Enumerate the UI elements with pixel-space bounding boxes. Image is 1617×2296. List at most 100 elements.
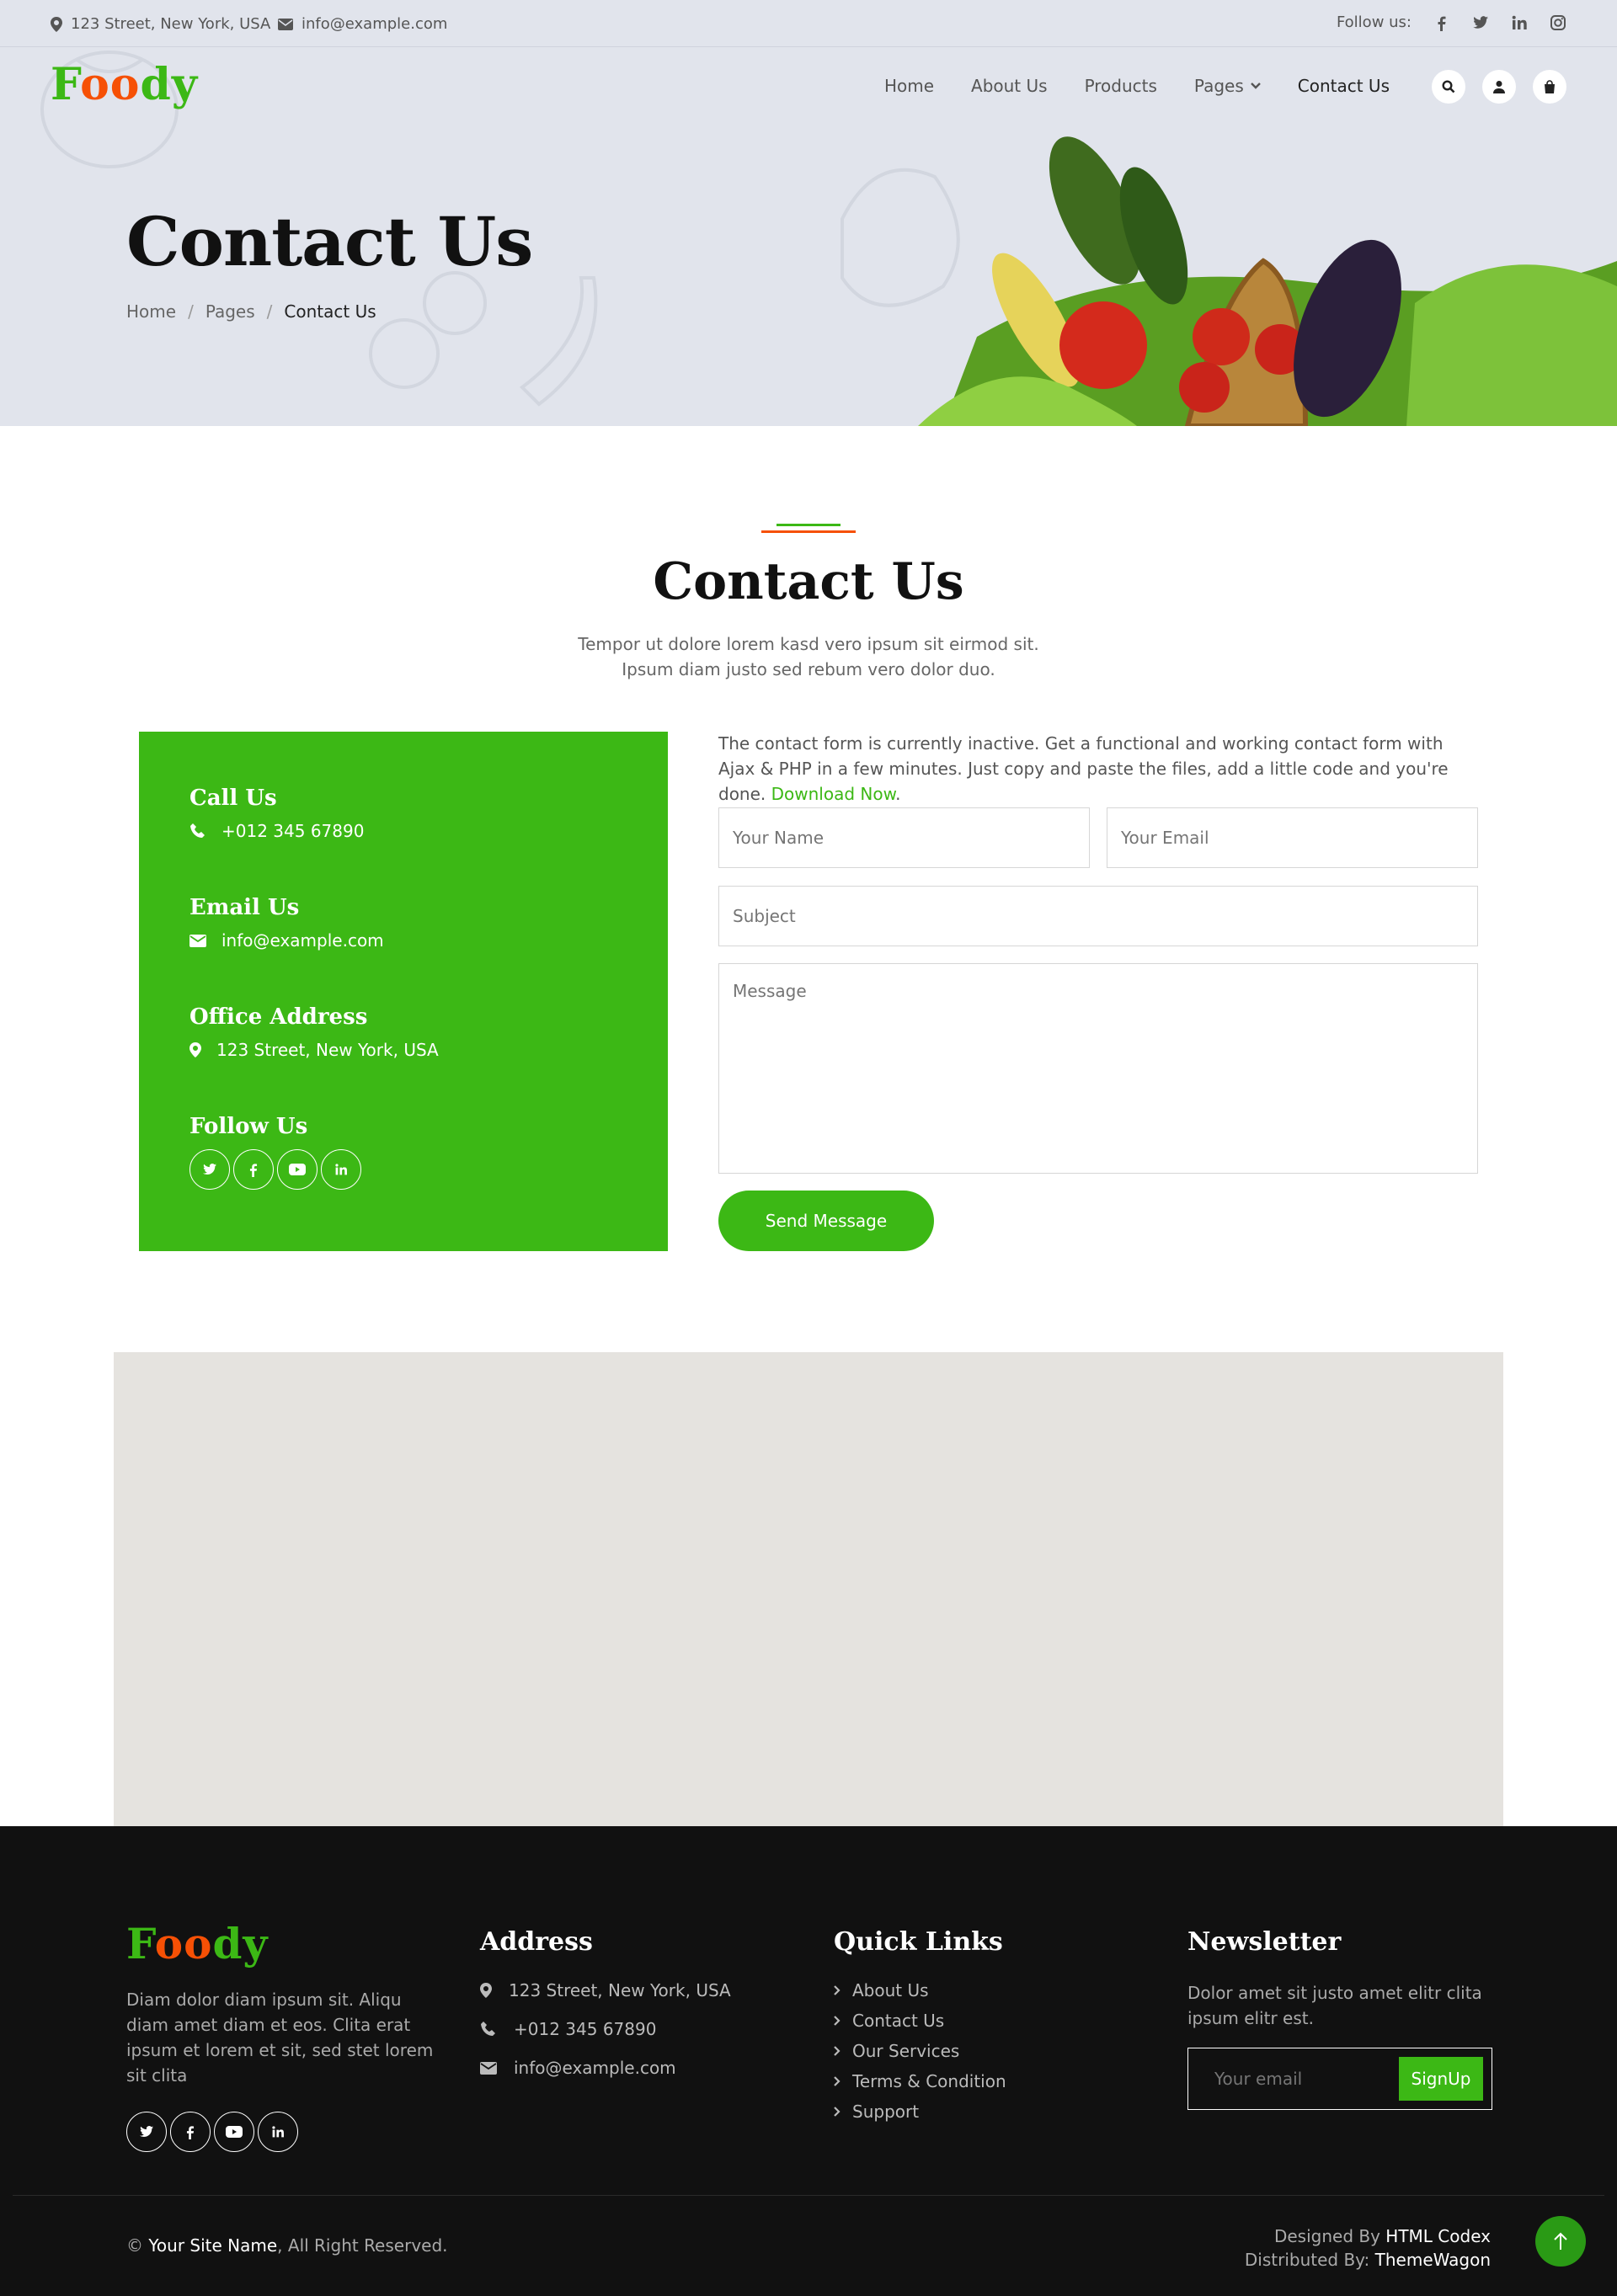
download-now-link[interactable]: Download Now [771,784,896,804]
logo-letter-f: F [51,59,81,110]
linkedin-icon[interactable] [1511,14,1528,31]
search-button[interactable] [1432,70,1465,104]
envelope-icon [189,934,206,947]
designer-link[interactable]: HTML Codex [1385,2226,1491,2246]
name-input[interactable] [718,807,1090,868]
envelope-icon [278,18,293,30]
topbar-email-text[interactable]: info@example.com [302,15,447,33]
page-header: 123 Street, New York, USA info@example.c… [0,0,1617,426]
main-nav: Home About Us Products Pages Contact Us [884,76,1390,96]
twitter-icon [139,2126,154,2138]
nav-contact[interactable]: Contact Us [1298,76,1390,96]
message-textarea[interactable] [718,963,1478,1174]
subject-input[interactable] [718,886,1478,946]
twitter-icon[interactable] [1472,14,1489,31]
instagram-icon[interactable] [1550,14,1566,31]
footer-address: Address 123 Street, New York, USA +012 3… [480,1927,800,2096]
footer-link-terms[interactable]: Terms & Condition [834,2071,1154,2091]
breadcrumb-separator: / [188,301,194,322]
send-message-button[interactable]: Send Message [718,1191,934,1251]
footer-link-about[interactable]: About Us [834,1980,1154,2000]
credits: Designed By HTML Codex Distributed By: T… [1245,2224,1491,2272]
newsletter-email-input[interactable] [1189,2049,1400,2108]
phone-icon [190,823,205,838]
footer-link-label: Our Services [852,2041,960,2061]
chevron-right-icon [834,1985,841,1995]
logo-letters-dy: dy [212,1919,269,1968]
twitter-button[interactable] [189,1149,230,1190]
call-us-number[interactable]: +012 345 67890 [221,821,364,841]
top-bar: 123 Street, New York, USA info@example.c… [0,0,1617,47]
office-address-block: Office Address 123 Street, New York, USA [189,1004,439,1060]
facebook-icon[interactable] [1433,14,1450,31]
cart-button[interactable] [1533,70,1566,104]
office-address-heading: Office Address [189,1004,368,1030]
newsletter-signup-button[interactable]: SignUp [1399,2057,1483,2101]
footer-social [126,2112,438,2152]
footer-email-text[interactable]: info@example.com [514,2058,676,2078]
email-us-heading: Email Us [189,895,300,920]
footer-youtube-button[interactable] [214,2112,254,2152]
form-note-end: . [895,784,901,804]
footer-link-contact[interactable]: Contact Us [834,2011,1154,2031]
account-button[interactable] [1482,70,1516,104]
email-input[interactable] [1107,807,1478,868]
nav-about[interactable]: About Us [971,76,1048,96]
facebook-icon [186,2126,195,2139]
footer-phone-text[interactable]: +012 345 67890 [514,2019,656,2039]
facebook-button[interactable] [233,1149,274,1190]
topbar-social: Follow us: [1337,13,1566,31]
footer-newsletter: Newsletter Dolor amet sit justo amet eli… [1187,1927,1492,2110]
footer-about-text: Diam dolor diam ipsum sit. Aliqu diam am… [126,1990,434,2086]
email-us-address[interactable]: info@example.com [221,930,384,951]
site-name-link[interactable]: Your Site Name [148,2235,277,2256]
footer-address-heading: Address [480,1927,593,1957]
location-map[interactable] [114,1352,1503,1827]
breadcrumb-current: Contact Us [284,301,376,322]
newsletter-text: Dolor amet sit justo amet elitr clita ip… [1187,1983,1482,2028]
linkedin-button[interactable] [321,1149,361,1190]
footer-link-label: Terms & Condition [852,2071,1006,2091]
footer-divider [13,2195,1604,2196]
breadcrumb-home[interactable]: Home [126,301,176,322]
user-icon [1493,81,1505,93]
contact-info-card: Call Us +012 345 67890 Email Us info@exa… [139,732,668,1251]
topbar-address-text: 123 Street, New York, USA [71,15,271,33]
footer-link-support[interactable]: Support [834,2102,1154,2122]
back-to-top-button[interactable] [1535,2216,1586,2267]
footer-facebook-button[interactable] [170,2112,211,2152]
email-us-block: Email Us info@example.com [189,895,384,951]
shopping-bag-icon [1545,80,1555,93]
rights-text: , All Right Reserved. [277,2235,448,2256]
breadcrumb-pages[interactable]: Pages [205,301,255,322]
contact-section-title: Contact Us [653,552,964,611]
brand-logo[interactable]: Foody [51,59,198,110]
footer-logo[interactable]: Foody [126,1919,438,1968]
contact-section-subtitle: Tempor ut dolore lorem kasd vero ipsum s… [578,634,1039,679]
youtube-icon [289,1164,306,1175]
distributor-link[interactable]: ThemeWagon [1375,2250,1491,2270]
youtube-button[interactable] [277,1149,318,1190]
logo-letters-oo: oo [154,1919,213,1968]
footer-link-services[interactable]: Our Services [834,2041,1154,2061]
nav-pages-dropdown[interactable]: Pages [1194,76,1261,96]
header-action-icons [1432,70,1566,104]
nav-home[interactable]: Home [884,76,934,96]
follow-us-heading: Follow Us [189,1114,308,1139]
chevron-right-icon [834,2046,841,2056]
copyright-symbol: © [126,2235,143,2256]
distributed-by-label: Distributed By: [1244,2250,1370,2270]
linkedin-icon [335,1164,347,1175]
footer-link-label: About Us [852,1980,929,2000]
phone-icon [481,2022,495,2036]
youtube-icon [226,2126,243,2138]
footer-address-text: 123 Street, New York, USA [509,1980,731,2000]
logo-letters-oo: oo [80,59,141,110]
footer-linkedin-button[interactable] [258,2112,298,2152]
office-address-text: 123 Street, New York, USA [216,1040,439,1060]
newsletter-form: SignUp [1187,2048,1492,2110]
footer-email-line: info@example.com [480,2058,800,2078]
footer-twitter-button[interactable] [126,2112,167,2152]
nav-products[interactable]: Products [1085,76,1157,96]
logo-letters-dy: dy [140,59,199,110]
